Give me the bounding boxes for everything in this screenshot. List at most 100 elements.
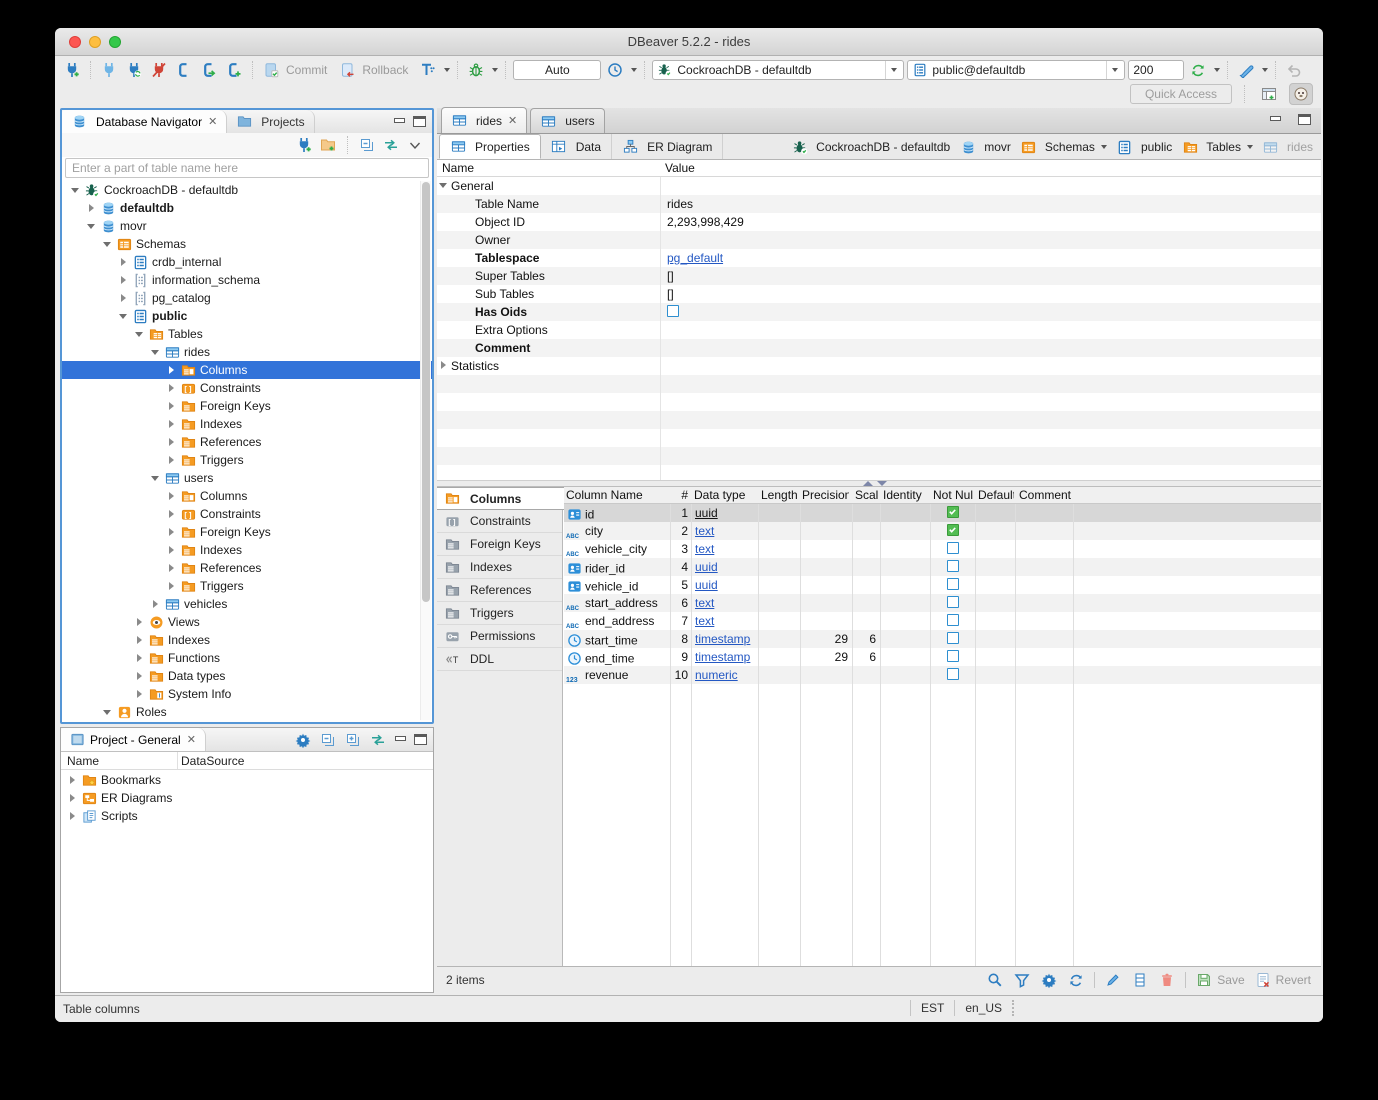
revert-button[interactable]: Revert [1254,971,1311,989]
data-type-link[interactable]: text [695,596,714,610]
checkbox-unchecked-icon[interactable] [947,650,959,662]
expand-arrow-icon[interactable] [166,364,178,376]
collapse-arrow-icon[interactable] [70,184,82,196]
view-menu-icon[interactable] [406,136,424,154]
detail-tab-indexes[interactable]: Indexes [437,556,562,579]
property-row-has-oids[interactable]: Has Oids [437,303,1321,321]
column-divider[interactable] [1073,487,1074,966]
minimize-view-icon[interactable] [393,116,406,127]
column-row-revenue[interactable]: 123revenue10numeric [564,666,1321,684]
table-filter-input[interactable] [65,158,429,178]
collapse-arrow-icon[interactable] [150,346,162,358]
schema-combo[interactable]: public@defaultdb [907,60,1125,80]
search-icon[interactable] [986,971,1004,989]
dropdown-caret-icon[interactable] [631,68,637,72]
column-header-datasource[interactable]: DataSource [181,754,244,768]
expand-arrow-icon[interactable] [166,580,178,592]
detail-tab-columns[interactable]: Columns [437,487,564,510]
checkbox-unchecked-icon[interactable] [947,632,959,644]
column-header-identity[interactable]: Identity [883,488,928,502]
link-with-editor-icon[interactable] [369,731,387,749]
tree-item-functions[interactable]: Functions [62,649,432,667]
column-divider[interactable] [660,160,661,480]
titlebar[interactable]: DBeaver 5.2.2 - rides [55,28,1323,56]
detail-tab-constraints[interactable]: [ ]Constraints [437,510,562,533]
new-connection-icon[interactable] [295,136,313,154]
sash-up-arrow-icon[interactable] [863,481,873,486]
editor-tab-users[interactable]: users [530,108,604,133]
editor-tab-rides[interactable]: rides✕ [441,107,527,133]
subtab-data[interactable]: Data [541,134,612,159]
column-header-name[interactable]: Name [67,754,99,768]
collapse-arrow-icon[interactable] [102,706,114,718]
tree-item-vehicles[interactable]: vehicles [62,595,432,613]
minimize-view-icon[interactable] [1269,114,1282,125]
property-row-general[interactable]: General [437,177,1321,195]
property-row-owner[interactable]: Owner [437,231,1321,249]
tree-item-foreign-keys[interactable]: Foreign Keys [62,397,432,415]
tree-item-cockroachdb-defaultdb[interactable]: CockroachDB - defaultdb [62,181,432,199]
format-icon[interactable] [1235,60,1257,80]
tree-item-data-types[interactable]: Data types [62,667,432,685]
new-sql-editor-icon[interactable] [223,60,245,80]
detail-tab-permissions[interactable]: Permissions [437,625,562,648]
column-divider[interactable] [880,487,881,966]
open-perspective-icon[interactable] [1257,83,1281,105]
timezone-indicator[interactable]: EST [921,1001,944,1015]
tree-item-information-schema[interactable]: information_schema [62,271,432,289]
column-divider[interactable] [1015,487,1016,966]
save-button[interactable]: Save [1195,971,1244,989]
new-connection-icon[interactable] [61,60,83,80]
tree-item-triggers[interactable]: Triggers [62,451,432,469]
expand-arrow-icon[interactable] [166,418,178,430]
column-row-vehicle-id[interactable]: vehicle_id5uuid [564,576,1321,594]
debug-icon[interactable] [465,60,487,80]
checkbox-unchecked-icon[interactable] [947,596,959,608]
sash-down-arrow-icon[interactable] [877,481,887,486]
edit-icon[interactable] [1104,971,1122,989]
expand-arrow-icon[interactable] [134,670,146,682]
connection-combo[interactable]: CockroachDB - defaultdb [652,60,904,80]
data-type-link[interactable]: text [695,614,714,628]
column-header-scale[interactable]: Scale [855,488,878,502]
tab-projects[interactable]: Projects [227,110,314,133]
tab-project-general[interactable]: Project - General ✕ [61,728,206,751]
expand-arrow-icon[interactable] [67,774,79,786]
collapse-arrow-icon[interactable] [102,238,114,250]
tab-database-navigator[interactable]: Database Navigator✕ [62,110,227,133]
column-row-rider-id[interactable]: rider_id4uuid [564,558,1321,576]
column-divider[interactable] [177,752,178,769]
rollback-label[interactable]: Rollback [362,63,408,77]
checkbox-unchecked-icon[interactable] [947,614,959,626]
expand-arrow-icon[interactable] [86,202,98,214]
expand-arrow-icon[interactable] [166,526,178,538]
breadcrumb-item-movr[interactable]: movr [960,139,1011,155]
disconnect-icon[interactable] [148,60,170,80]
column-divider[interactable] [758,487,759,966]
checkbox-checked-icon[interactable] [947,524,959,536]
column-divider[interactable] [930,487,931,966]
tree-item-constraints[interactable]: [ ]Constraints [62,379,432,397]
close-icon[interactable]: ✕ [508,114,517,127]
collapse-arrow-icon[interactable] [86,220,98,232]
column-row-end-time[interactable]: end_time9timestamp296 [564,648,1321,666]
tree-item-indexes[interactable]: Indexes [62,631,432,649]
collapse-all-icon[interactable] [358,136,376,154]
expand-arrow-icon[interactable] [166,562,178,574]
add-row-icon[interactable] [1131,971,1149,989]
project-item-scripts[interactable]: Scripts [61,807,433,825]
refresh-icon[interactable] [1067,971,1085,989]
transaction-log-icon[interactable] [417,60,439,80]
checkbox-unchecked-icon[interactable] [667,305,679,317]
scrollbar-thumb[interactable] [422,182,430,602]
transaction-history-icon[interactable] [604,60,626,80]
breadcrumb-item-schemas[interactable]: Schemas [1021,139,1107,155]
expand-arrow-icon[interactable] [134,688,146,700]
close-icon[interactable]: ✕ [208,115,217,128]
property-row-comment[interactable]: Comment [437,339,1321,357]
tree-item-defaultdb[interactable]: defaultdb [62,199,432,217]
subtab-properties[interactable]: Properties [439,134,541,159]
chevron-down-icon[interactable] [1247,145,1253,149]
property-row-statistics[interactable]: Statistics [437,357,1321,375]
detail-tab-triggers[interactable]: Triggers [437,602,562,625]
